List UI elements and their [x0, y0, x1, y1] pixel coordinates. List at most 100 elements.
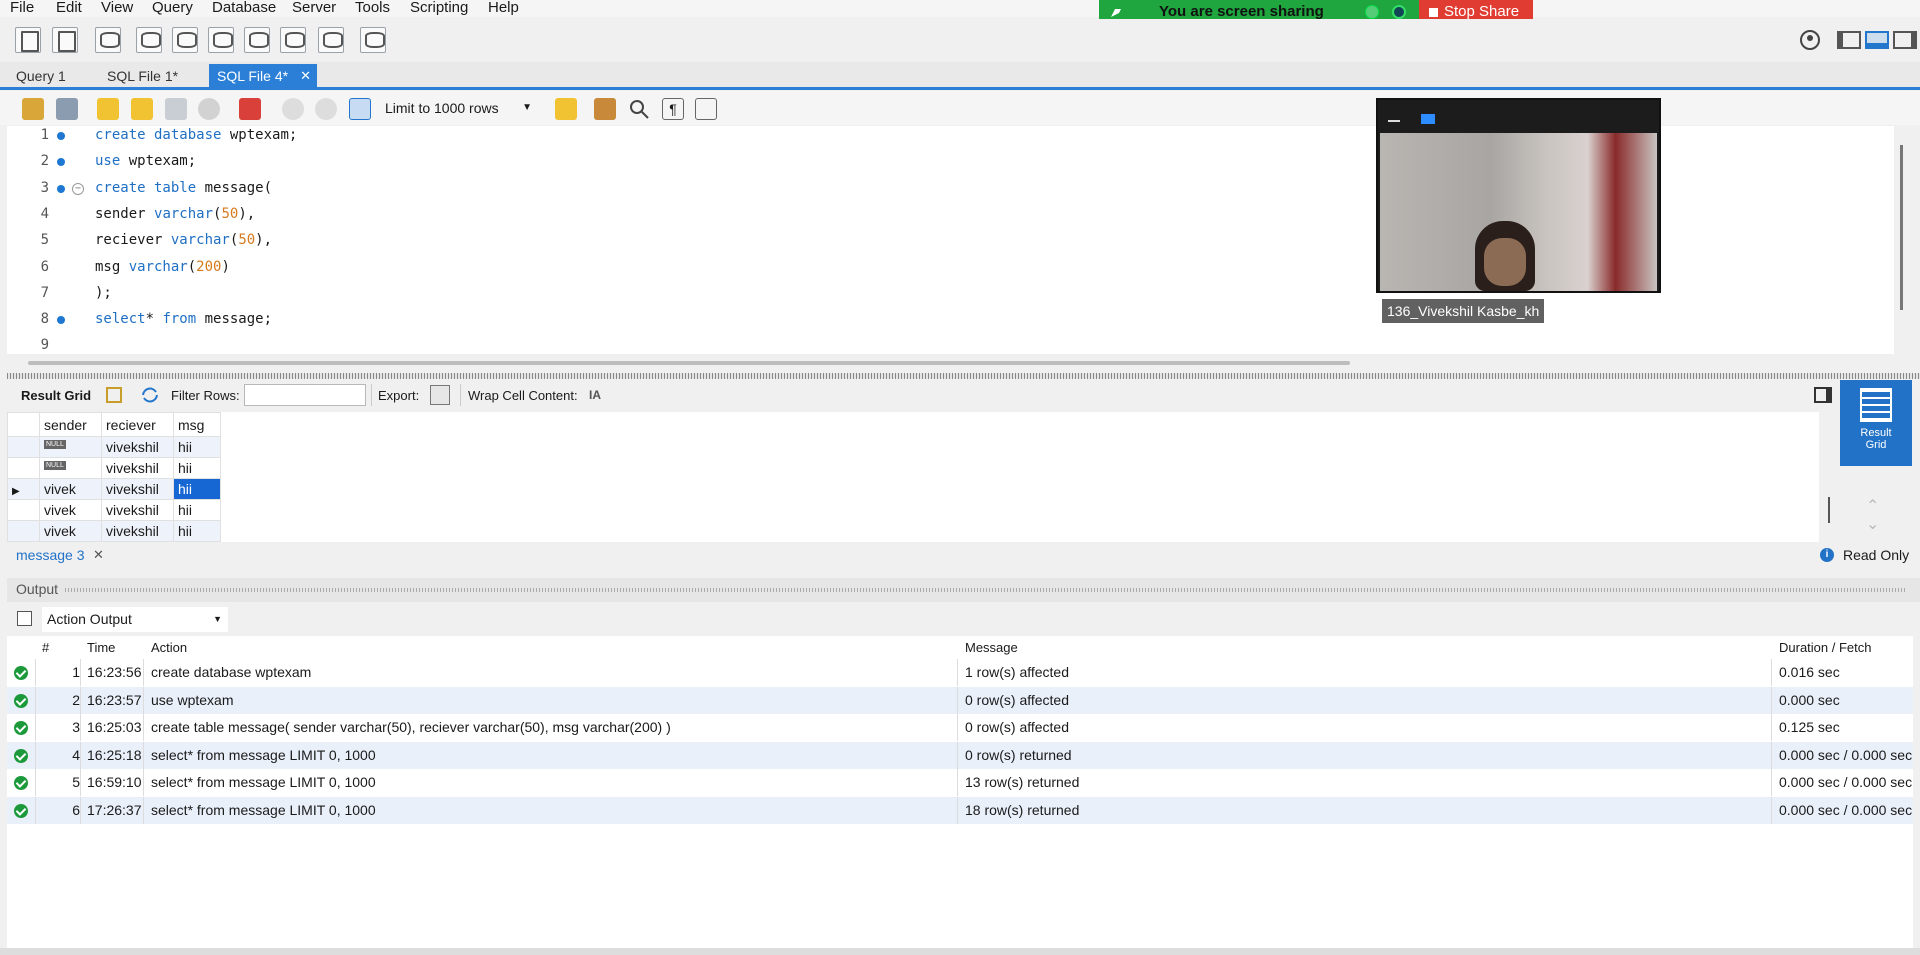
output-row[interactable]: 1 16:23:56 create database wptexam 1 row(s)… — [7, 659, 1913, 686]
grid-view-icon[interactable] — [106, 387, 122, 403]
table-cell[interactable]: hii — [173, 520, 221, 542]
table-cell[interactable]: NULL — [39, 436, 102, 458]
column-header[interactable]: reciever — [101, 412, 174, 437]
minimize-icon[interactable] — [1388, 120, 1400, 122]
tab-sql-file-1[interactable]: SQL File 1* — [99, 64, 186, 88]
col-header-action[interactable]: Action — [151, 636, 187, 659]
row-header[interactable] — [7, 499, 40, 521]
table-row[interactable]: NULL vivekshil hii — [7, 436, 221, 458]
table-cell[interactable]: vivekshil — [101, 457, 174, 479]
menu-tools[interactable]: Tools — [355, 0, 390, 16]
col-header-duration[interactable]: Duration / Fetch — [1779, 636, 1872, 659]
menu-scripting[interactable]: Scripting — [410, 0, 468, 16]
toggle-secondary-sidebar-icon[interactable] — [1893, 31, 1917, 49]
tab-query-1[interactable]: Query 1 — [8, 64, 74, 88]
col-header-number[interactable]: # — [42, 636, 49, 659]
output-row[interactable]: 5 16:59:10 select* from message LIMIT 0, 1… — [7, 769, 1913, 796]
fold-icon[interactable]: − — [72, 182, 84, 195]
row-header[interactable]: ▶ — [7, 478, 40, 500]
row-header[interactable] — [7, 457, 40, 479]
filter-rows-input[interactable] — [244, 384, 366, 406]
column-header[interactable]: msg — [173, 412, 221, 437]
col-header-time[interactable]: Time — [87, 636, 115, 659]
chevron-down-icon[interactable]: ⌄ — [1866, 517, 1879, 533]
panel-splitter[interactable] — [7, 373, 1920, 379]
result-scroll-indicator[interactable] — [1828, 497, 1830, 523]
execute-current-icon[interactable] — [131, 98, 153, 120]
result-grid-side-button[interactable]: Result Grid — [1840, 380, 1912, 466]
menu-edit[interactable]: Edit — [56, 0, 82, 16]
toggle-output-icon[interactable] — [1865, 31, 1889, 49]
table-cell[interactable]: hii — [173, 499, 221, 521]
reconnect-icon[interactable] — [360, 27, 386, 53]
editor-horizontal-scrollbar[interactable] — [28, 361, 1350, 365]
output-row[interactable]: 4 16:25:18 select* from message LIMIT 0, 1… — [7, 741, 1913, 769]
result-tab-message-3[interactable]: message 3 — [16, 547, 84, 563]
open-sql-script-icon[interactable] — [52, 27, 78, 53]
result-grid-label[interactable]: Result Grid — [21, 389, 91, 403]
table-row[interactable]: ▶ vivek vivekshil hii — [7, 478, 221, 500]
rollback-icon[interactable] — [315, 98, 337, 120]
create-schema-icon[interactable] — [136, 27, 162, 53]
menu-server[interactable]: Server — [292, 0, 336, 16]
execute-icon[interactable] — [97, 98, 119, 120]
close-tab-icon[interactable]: ✕ — [300, 64, 311, 88]
view-icon[interactable] — [1421, 114, 1435, 124]
output-row[interactable]: 3 16:25:03 create table message( sender va… — [7, 714, 1913, 741]
table-cell[interactable]: vivekshil — [101, 478, 174, 500]
output-row[interactable]: 2 16:23:57 use wptexam 0 row(s) affected 0.0… — [7, 686, 1913, 714]
beautify-icon[interactable] — [594, 98, 616, 120]
video-panel[interactable]: 136_Vivekshil Kasbe_kh — [1376, 98, 1661, 323]
inspector-icon[interactable] — [95, 27, 121, 53]
commit-icon[interactable] — [282, 98, 304, 120]
table-cell[interactable]: vivekshil — [101, 436, 174, 458]
menu-view[interactable]: View — [101, 0, 133, 16]
limit-rows-select[interactable]: Limit to 1000 rows ▼ — [385, 97, 540, 119]
create-procedure-icon[interactable] — [244, 27, 270, 53]
menu-file[interactable]: File — [10, 0, 34, 16]
copy-icon[interactable] — [17, 611, 32, 626]
table-cell[interactable]: vivekshil — [101, 520, 174, 542]
table-cell[interactable]: NULL — [39, 457, 102, 479]
table-row[interactable]: NULL vivekshil hii — [7, 457, 221, 479]
toggle-error-continue-icon[interactable] — [239, 98, 261, 120]
menu-database[interactable]: Database — [212, 0, 276, 16]
invisible-chars-icon[interactable]: ¶ — [662, 98, 684, 120]
table-row[interactable]: vivek vivekshil hii — [7, 520, 221, 542]
export-icon[interactable] — [430, 385, 450, 405]
refresh-icon[interactable] — [140, 386, 160, 404]
new-sql-tab-icon[interactable] — [15, 27, 41, 53]
stop-execution-icon[interactable] — [198, 98, 220, 120]
row-header[interactable] — [7, 436, 40, 458]
create-function-icon[interactable] — [280, 27, 306, 53]
chevron-up-icon[interactable]: ⌃ — [1866, 499, 1879, 515]
account-icon[interactable] — [1799, 29, 1821, 51]
share-options-icon[interactable] — [1365, 5, 1379, 19]
menu-query[interactable]: Query — [152, 0, 193, 16]
add-snippet-icon[interactable] — [555, 98, 577, 120]
table-cell[interactable]: vivek — [39, 499, 102, 521]
open-file-icon[interactable] — [22, 98, 44, 120]
explain-icon[interactable] — [165, 98, 187, 120]
save-icon[interactable] — [56, 98, 78, 120]
close-icon[interactable]: ✕ — [93, 547, 104, 563]
output-type-select[interactable]: Action Output ▼ — [42, 607, 228, 632]
table-cell[interactable]: vivek — [39, 478, 102, 500]
tab-sql-file-4[interactable]: SQL File 4* ✕ — [209, 64, 317, 88]
column-header[interactable]: sender — [39, 412, 102, 437]
create-view-icon[interactable] — [208, 27, 234, 53]
search-table-data-icon[interactable] — [318, 27, 344, 53]
menu-help[interactable]: Help — [488, 0, 519, 16]
toggle-panel-icon[interactable] — [1814, 387, 1832, 403]
find-icon[interactable] — [628, 98, 650, 120]
autocommit-icon[interactable] — [349, 98, 371, 120]
table-cell[interactable]: hii — [173, 436, 221, 458]
word-wrap-icon[interactable] — [695, 98, 717, 120]
toggle-sidebar-icon[interactable] — [1837, 31, 1861, 49]
output-row[interactable]: 6 17:26:37 select* from message LIMIT 0, 1… — [7, 796, 1913, 824]
row-header[interactable] — [7, 520, 40, 542]
col-header-message[interactable]: Message — [965, 636, 1018, 659]
create-table-icon[interactable] — [172, 27, 198, 53]
table-cell[interactable]: vivekshil — [101, 499, 174, 521]
wrap-icon[interactable]: IA — [589, 388, 601, 402]
